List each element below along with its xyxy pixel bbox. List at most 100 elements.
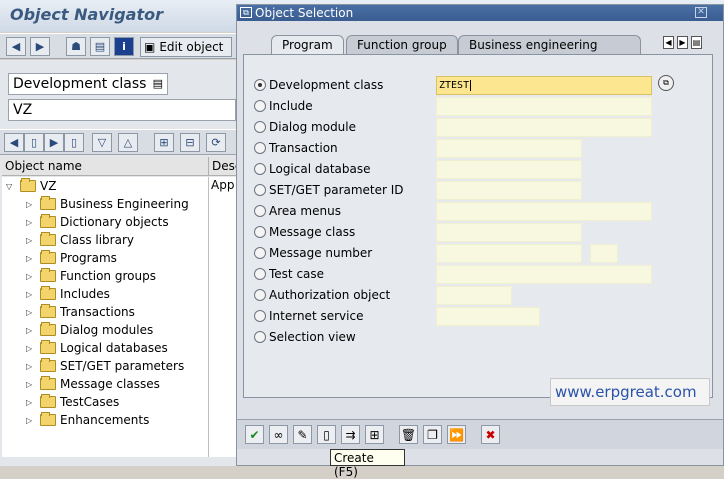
option-row[interactable]: Test case — [254, 265, 324, 283]
expand-triangle-icon[interactable]: ▷ — [26, 218, 36, 227]
setget-parameter-input[interactable] — [436, 181, 582, 200]
forward-arrow-icon[interactable]: ▶ — [30, 37, 50, 56]
area-menu-input[interactable] — [436, 202, 652, 221]
tree-forward-icon[interactable]: ▶ — [44, 133, 64, 152]
option-row[interactable]: Internet service — [254, 307, 363, 325]
option-row[interactable]: Selection view — [254, 328, 356, 346]
tree-item[interactable]: ▷ Enhancements — [26, 411, 149, 429]
cancel-x-icon[interactable]: ✖ — [481, 425, 500, 444]
option-row[interactable]: Message number — [254, 244, 372, 262]
option-row[interactable]: Dialog module — [254, 118, 356, 136]
message-class-input-2[interactable] — [436, 244, 582, 263]
development-class-input[interactable]: ZTEST — [436, 76, 652, 95]
radio-button[interactable] — [254, 100, 266, 112]
dropdown-icon[interactable]: ▤ — [153, 77, 163, 90]
radio-button[interactable] — [254, 226, 266, 238]
radio-button[interactable] — [254, 184, 266, 196]
object-type-select[interactable]: Development class ▤ — [8, 73, 168, 95]
tree-item[interactable]: ▷ Message classes — [26, 375, 160, 393]
radio-button[interactable] — [254, 121, 266, 133]
other-object-icon[interactable]: ☗ — [66, 37, 86, 56]
expand-triangle-icon[interactable]: ▷ — [26, 200, 36, 209]
tree-item[interactable]: ▷ Business Engineering — [26, 195, 189, 213]
expand-triangle-icon[interactable]: ▷ — [26, 290, 36, 299]
expand-triangle-icon[interactable]: ▷ — [26, 416, 36, 425]
collapse-triangle-icon[interactable]: ▽ — [6, 182, 16, 191]
radio-button[interactable] — [254, 142, 266, 154]
expand-triangle-icon[interactable]: ▷ — [26, 362, 36, 371]
tree-item[interactable]: ▷ SET/GET parameters — [26, 357, 184, 375]
option-row[interactable]: Development class — [254, 76, 383, 94]
message-class-input[interactable] — [436, 223, 582, 242]
collapse-all-icon[interactable]: △ — [118, 133, 138, 152]
tree-item[interactable]: ▷ Includes — [26, 285, 110, 303]
radio-button[interactable] — [254, 247, 266, 259]
tree-item[interactable]: ▷ Logical databases — [26, 339, 168, 357]
tree-item[interactable]: ▷ Class library — [26, 231, 134, 249]
tree-item[interactable]: ▷ Transactions — [26, 303, 135, 321]
activate-icon[interactable]: ⏩ — [447, 425, 466, 444]
tree-back-icon[interactable]: ◀ — [4, 133, 24, 152]
option-row[interactable]: Authorization object — [254, 286, 390, 304]
change-pencil-icon[interactable]: ✎ — [293, 425, 312, 444]
option-row[interactable]: Logical database — [254, 160, 371, 178]
refresh-icon[interactable]: ⟳ — [206, 133, 226, 152]
tree-item[interactable]: ▷ Dictionary objects — [26, 213, 169, 231]
tree-page-icon[interactable]: ▯ — [24, 133, 44, 152]
edit-object-button[interactable]: ▣ Edit object — [140, 37, 232, 57]
expand-triangle-icon[interactable]: ▷ — [26, 308, 36, 317]
radio-button[interactable] — [254, 205, 266, 217]
expand-triangle-icon[interactable]: ▷ — [26, 326, 36, 335]
radio-button[interactable] — [254, 310, 266, 322]
value-help-icon[interactable]: ⧉ — [658, 75, 674, 91]
copy-icon[interactable]: ❐ — [423, 425, 442, 444]
tab-function-group[interactable]: Function group — [346, 35, 458, 55]
back-arrow-icon[interactable]: ◀ — [6, 37, 26, 56]
internet-service-input[interactable] — [436, 307, 540, 326]
tree-item[interactable]: ▷ Function groups — [26, 267, 156, 285]
tree-item[interactable]: ▷ Programs — [26, 249, 117, 267]
expand-triangle-icon[interactable]: ▷ — [26, 398, 36, 407]
option-row[interactable]: Transaction — [254, 139, 338, 157]
tab-scroll-right-icon[interactable]: ▶ — [677, 36, 688, 49]
tree-page2-icon[interactable]: ▯ — [64, 133, 84, 152]
expand-triangle-icon[interactable]: ▷ — [26, 272, 36, 281]
option-row[interactable]: Message class — [254, 223, 355, 241]
printer-icon[interactable]: ▤ — [90, 37, 110, 56]
expand-triangle-icon[interactable]: ▷ — [26, 254, 36, 263]
hierarchy-icon[interactable]: ⊞ — [154, 133, 174, 152]
option-row[interactable]: Area menus — [254, 202, 341, 220]
hierarchy-tree-icon[interactable]: ⊞ — [365, 425, 384, 444]
tab-program[interactable]: Program — [271, 35, 344, 56]
create-icon[interactable]: ▯ — [317, 425, 336, 444]
dialog-module-input[interactable] — [436, 118, 652, 137]
option-row[interactable]: SET/GET parameter ID — [254, 181, 404, 199]
radio-button[interactable] — [254, 289, 266, 301]
authorization-object-input[interactable] — [436, 286, 512, 305]
grid-icon[interactable]: ⊟ — [180, 133, 200, 152]
logical-database-input[interactable] — [436, 160, 582, 179]
tree-item[interactable]: ▷ TestCases — [26, 393, 119, 411]
delete-trash-icon[interactable]: 🗑 — [399, 425, 418, 444]
tree-item[interactable]: ▷ Dialog modules — [26, 321, 153, 339]
expand-triangle-icon[interactable]: ▷ — [26, 380, 36, 389]
transaction-input[interactable] — [436, 139, 582, 158]
display-glasses-icon[interactable]: ∞ — [269, 425, 288, 444]
include-input[interactable] — [436, 97, 652, 116]
tab-scroll-left-icon[interactable]: ◀ — [663, 36, 674, 49]
option-row[interactable]: Include — [254, 97, 313, 115]
radio-button[interactable] — [254, 163, 266, 175]
tab-list-icon[interactable]: ▤ — [691, 36, 702, 49]
tree-root[interactable]: ▽ VZ — [6, 177, 56, 195]
tab-business-engineering[interactable]: Business engineering — [458, 35, 641, 55]
message-number-input[interactable] — [590, 244, 618, 263]
radio-button[interactable] — [254, 79, 266, 91]
radio-button[interactable] — [254, 331, 266, 343]
expand-triangle-icon[interactable]: ▷ — [26, 344, 36, 353]
test-case-input[interactable] — [436, 265, 652, 284]
info-icon[interactable]: i — [114, 37, 134, 56]
close-icon[interactable]: ✕ — [695, 7, 707, 18]
expand-triangle-icon[interactable]: ▷ — [26, 236, 36, 245]
continue-checkmark-icon[interactable]: ✔ — [245, 425, 264, 444]
expand-all-icon[interactable]: ▽ — [92, 133, 112, 152]
